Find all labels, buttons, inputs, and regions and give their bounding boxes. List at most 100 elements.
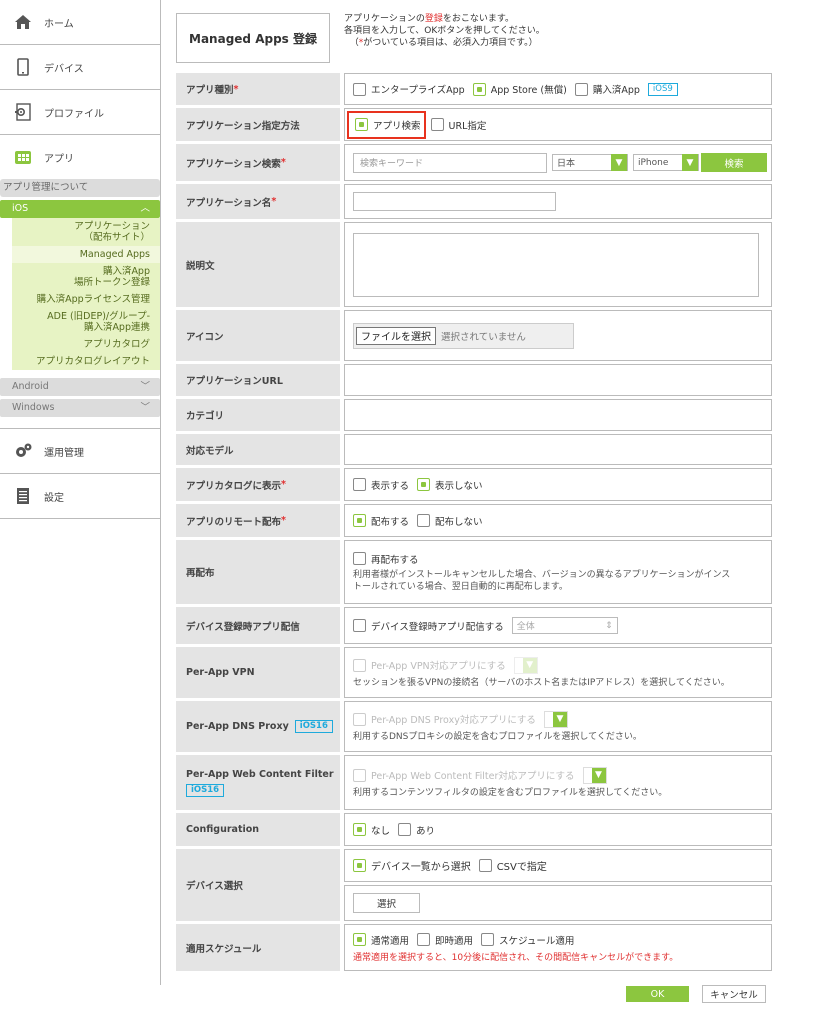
search-button[interactable]: 検索: [701, 153, 767, 172]
nav-home[interactable]: ホーム: [0, 0, 160, 45]
nav-apps-label: アプリ: [44, 153, 74, 165]
remote-off-radio[interactable]: 配布しない: [417, 514, 483, 528]
cancel-button[interactable]: キャンセル: [702, 985, 766, 1003]
row-model: 対応モデル: [176, 434, 772, 465]
nav-android-label: Android: [12, 381, 49, 392]
gear-icon: [12, 440, 34, 462]
app-name-value: [344, 184, 772, 219]
app-type-label: アプリ種別 *: [176, 73, 340, 105]
on-register-checkbox[interactable]: デバイス登録時アプリ配信する: [353, 619, 504, 633]
country-select[interactable]: 日本 ▼: [552, 154, 628, 171]
nav-ios[interactable]: iOS ︿: [0, 200, 160, 218]
choose-file-button[interactable]: ファイルを選択: [356, 326, 436, 345]
row-app-url: アプリケーションURL: [176, 364, 772, 396]
nav-settings[interactable]: 設定: [0, 474, 160, 519]
model-label: 対応モデル: [176, 434, 340, 465]
csv-radio[interactable]: CSVで指定: [478, 858, 547, 873]
row-schedule: 適用スケジュール 通常適用 即時適用 スケジュール適用 通常適用を選択すると、1…: [176, 924, 772, 971]
device-select[interactable]: iPhone ▼: [633, 154, 699, 171]
device-icon: [12, 56, 34, 78]
category-value: [344, 399, 772, 431]
ios-item-vpp-token[interactable]: 購入済App 場所トークン登録: [12, 263, 160, 291]
file-picker: ファイルを選択 選択されていません: [353, 322, 574, 349]
config-yes-radio[interactable]: あり: [398, 823, 435, 837]
nav-windows[interactable]: Windows ﹀: [0, 399, 160, 417]
ios9-badge: iOS9: [647, 82, 678, 96]
app-name-input[interactable]: [353, 192, 556, 211]
row-icon: アイコン ファイルを選択 選択されていません: [176, 310, 772, 361]
configuration-value: なし あり: [344, 813, 772, 846]
webfilter-value: Per-App Web Content Filter対応アプリにする ▼ 利用する…: [344, 755, 772, 810]
app-store-radio[interactable]: App Store (無償): [472, 82, 567, 96]
dns-note: 利用するDNSプロキシの設定を含むプロファイルを選択してください。: [353, 731, 642, 742]
enterprise-app-radio[interactable]: エンタープライズApp: [353, 82, 465, 96]
row-app-type: アプリ種別 * エンタープライズApp App Store (無償) 購入済App…: [176, 73, 772, 105]
webfilter-checkbox[interactable]: Per-App Web Content Filter対応アプリにする: [353, 768, 575, 782]
search-input[interactable]: 検索キーワード: [353, 152, 547, 173]
nav-about-apps[interactable]: アプリ管理について: [0, 179, 160, 197]
schedule-label: 適用スケジュール: [176, 924, 340, 971]
catalog-hide-radio[interactable]: 表示しない: [417, 478, 483, 492]
chevron-down-icon[interactable]: ▼: [522, 657, 537, 673]
spinner-icon: ⇕: [605, 620, 613, 631]
chevron-up-icon: ︿: [140, 203, 150, 214]
nav-apps[interactable]: アプリ: [0, 135, 160, 179]
on-register-value: デバイス登録時アプリ配信する 全体 ⇕: [344, 607, 772, 644]
intro-text: アプリケーションの登録をおこないます。 各項目を入力して、OKボタンを押してくだ…: [344, 14, 545, 48]
app-url-value: [344, 364, 772, 396]
nav-devices[interactable]: デバイス: [0, 45, 160, 90]
vpn-checkbox[interactable]: Per-App VPN対応アプリにする: [353, 658, 506, 672]
configuration-label: Configuration: [176, 813, 340, 846]
description-textarea[interactable]: [353, 232, 759, 297]
remote-on-radio[interactable]: 配布する: [353, 514, 409, 528]
purchased-app-radio[interactable]: 購入済App iOS9: [574, 82, 678, 96]
select-devices-button[interactable]: 選択: [353, 893, 420, 913]
device-select-label: デバイス選択: [176, 849, 340, 921]
nav-android[interactable]: Android ﹀: [0, 378, 160, 396]
schedule-scheduled-radio[interactable]: スケジュール適用: [481, 933, 574, 947]
chevron-down-icon: ﹀: [140, 381, 150, 392]
dns-checkbox[interactable]: Per-App DNS Proxy対応アプリにする: [353, 712, 536, 726]
vpn-label: Per-App VPN: [176, 647, 340, 698]
url-radio[interactable]: URL指定: [430, 118, 486, 132]
redistribute-label: 再配布: [176, 540, 340, 604]
device-select-action: 選択: [344, 885, 772, 921]
schedule-immediate-radio[interactable]: 即時適用: [417, 933, 473, 947]
schedule-normal-radio[interactable]: 通常適用: [353, 933, 409, 947]
dns-label: Per-App DNS Proxy iOS16: [176, 701, 340, 752]
icon-label: アイコン: [176, 310, 340, 361]
chevron-down-icon: ﹀: [140, 402, 150, 413]
row-app-name: アプリケーション名 *: [176, 184, 772, 219]
chevron-down-icon[interactable]: ▼: [552, 711, 567, 727]
catalog-show-radio[interactable]: 表示する: [353, 478, 409, 492]
row-vpn: Per-App VPN Per-App VPN対応アプリにする ▼ セッションを張…: [176, 647, 772, 698]
ok-button[interactable]: OK: [626, 986, 689, 1002]
ios-item-catalog[interactable]: アプリカタログ: [12, 336, 160, 353]
redistribute-checkbox[interactable]: 再配布する: [353, 552, 419, 566]
ios-item-catalog-layout[interactable]: アプリカタログレイアウト: [12, 353, 160, 370]
row-remote: アプリのリモート配布 * 配布する 配布しない: [176, 504, 772, 537]
method-label: アプリケーション指定方法: [176, 108, 340, 141]
icon-value: ファイルを選択 選択されていません: [344, 310, 772, 361]
ios-item-vpp-license[interactable]: 購入済Appライセンス管理: [12, 291, 160, 308]
row-category: カテゴリ: [176, 399, 772, 431]
app-name-label: アプリケーション名 *: [176, 184, 340, 219]
row-search: アプリケーション検索 * 検索キーワード 日本 ▼ iPhone ▼ 検索: [176, 144, 772, 181]
nav-windows-label: Windows: [12, 402, 55, 413]
nav-operations[interactable]: 運用管理: [0, 429, 160, 474]
nav-profiles[interactable]: プロファイル: [0, 90, 160, 135]
webfilter-label: Per-App Web Content Filter iOS16: [176, 755, 340, 810]
row-webfilter: Per-App Web Content Filter iOS16 Per-App …: [176, 755, 772, 810]
category-label: カテゴリ: [176, 399, 340, 431]
redistribute-value: 再配布する 利用者様がインストールキャンセルした場合、バージョンの異なるアプリケ…: [344, 540, 772, 604]
on-register-select[interactable]: 全体 ⇕: [511, 617, 618, 634]
chevron-down-icon[interactable]: ▼: [591, 767, 606, 783]
ios-item-ade-link[interactable]: ADE (旧DEP)/グループ- 購入済App連携: [12, 308, 160, 336]
ios-submenu: アプリケーション （配布サイト） Managed Apps 購入済App 場所ト…: [12, 218, 160, 370]
config-none-radio[interactable]: なし: [353, 823, 390, 837]
device-list-radio[interactable]: デバイス一覧から選択: [353, 858, 471, 873]
app-url-label: アプリケーションURL: [176, 364, 340, 396]
nav-profiles-label: プロファイル: [44, 108, 104, 120]
ios-item-managed-apps[interactable]: Managed Apps: [12, 246, 160, 263]
ios-item-distribution[interactable]: アプリケーション （配布サイト）: [12, 218, 160, 246]
